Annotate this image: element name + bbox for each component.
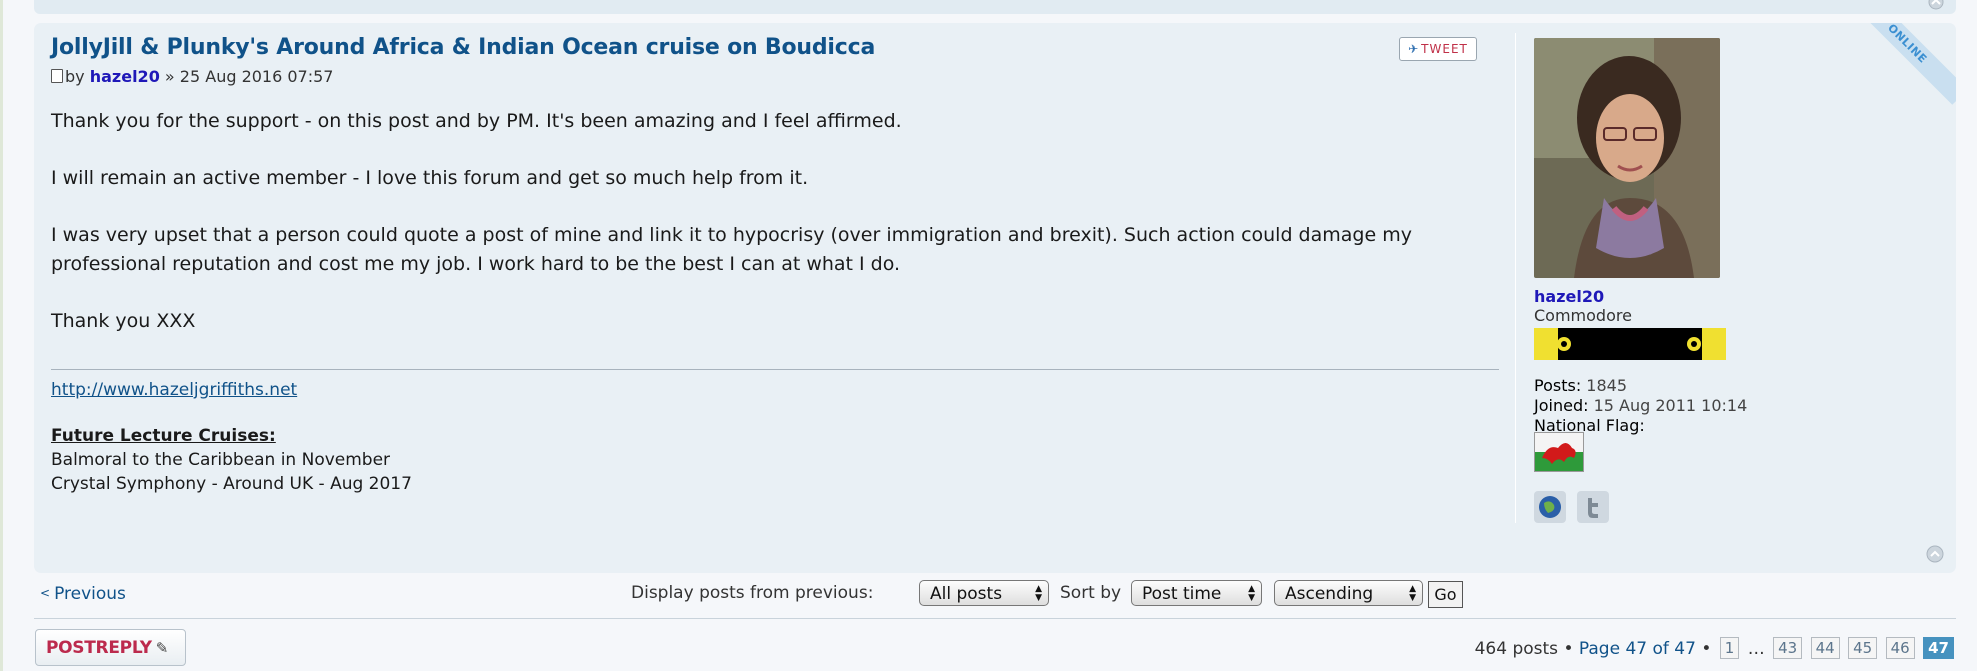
joined-value: 15 Aug 2011 10:14: [1593, 396, 1748, 415]
sort-select-value: Post time: [1142, 584, 1222, 604]
select-arrows-icon: ▲ ▼: [1035, 584, 1042, 603]
posts-count: 464 posts: [1474, 639, 1559, 659]
post-date: » 25 Aug 2016 07:57: [164, 67, 334, 86]
rank-badge: [1534, 328, 1726, 364]
profile-joined: Joined: 15 Aug 2011 10:14: [1534, 396, 1747, 416]
signature-line: Crystal Symphony - Around UK - Aug 2017: [51, 474, 412, 494]
bullet: •: [1701, 639, 1712, 659]
go-button[interactable]: Go: [1428, 581, 1463, 608]
profile-info: Posts: 1845 Joined: 15 Aug 2011 10:14 Na…: [1534, 376, 1747, 436]
profile-posts: Posts: 1845: [1534, 376, 1747, 396]
joined-label: Joined:: [1534, 396, 1589, 415]
back-to-top-icon[interactable]: [1928, 0, 1944, 14]
pagination: 464 posts • Page 47 of 47 • 1 … 43 44 45…: [1475, 637, 1954, 659]
page-link-46[interactable]: 46: [1885, 637, 1915, 659]
previous-link[interactable]: < Previous: [40, 584, 126, 604]
profile-username[interactable]: hazel20: [1534, 287, 1604, 306]
pencil-icon: ✎: [155, 639, 169, 657]
posts-value[interactable]: 1845: [1586, 376, 1627, 395]
topic-nav-row: < Previous Display posts from previous: A…: [34, 580, 1956, 616]
page-link-43[interactable]: 43: [1773, 637, 1803, 659]
paragraph: I was very upset that a person could quo…: [51, 224, 1412, 275]
website-icon[interactable]: [1534, 491, 1566, 523]
left-edge-strip: [0, 0, 3, 671]
page-info-text: Page 47 of 47: [1578, 639, 1696, 659]
sort-label: Sort by: [1060, 583, 1122, 603]
post-reply-button[interactable]: POSTREPLY ✎: [35, 629, 186, 666]
page-link-1[interactable]: 1: [1719, 637, 1740, 659]
page-link-44[interactable]: 44: [1810, 637, 1840, 659]
current-page: 47: [1923, 637, 1954, 659]
display-select[interactable]: All posts ▲ ▼: [919, 580, 1049, 606]
signature-website-link[interactable]: http://www.hazeljgriffiths.net: [51, 380, 297, 400]
signature: http://www.hazeljgriffiths.net Future Le…: [51, 369, 1499, 496]
by-label: by: [65, 67, 85, 86]
page-info[interactable]: Page 47 of 47: [1579, 639, 1696, 659]
avatar[interactable]: [1534, 38, 1720, 278]
signature-line: Balmoral to the Caribbean in November: [51, 450, 391, 470]
page-link-45[interactable]: 45: [1848, 637, 1878, 659]
sort-select[interactable]: Post time ▲ ▼: [1131, 580, 1262, 606]
display-label: Display posts from previous:: [631, 583, 874, 603]
display-select-value: All posts: [930, 584, 1003, 604]
post-profile: hazel20 Commodore Posts: 1845 Joined: 15…: [1515, 33, 1936, 523]
twitter-bird-icon: ✈: [1408, 42, 1420, 56]
welsh-flag-icon: [1534, 432, 1584, 476]
twitter-icon[interactable]: [1577, 491, 1610, 523]
order-select[interactable]: Ascending ▲ ▼: [1274, 580, 1423, 606]
tweet-button[interactable]: ✈ TWEET: [1399, 37, 1477, 61]
post-body: JollyJill & Plunky's Around Africa & Ind…: [51, 31, 1516, 496]
post-icon[interactable]: [51, 69, 63, 83]
order-select-value: Ascending: [1285, 584, 1374, 604]
post-content: Thank you for the support - on this post…: [51, 107, 1516, 336]
author-link[interactable]: hazel20: [90, 67, 160, 86]
back-to-top-icon[interactable]: [1926, 545, 1944, 567]
tweet-label: TWEET: [1421, 42, 1468, 56]
previous-post-bottom: [34, 0, 1956, 14]
paragraph: Thank you XXX: [51, 310, 196, 332]
chevron-left-icon: <: [40, 586, 51, 600]
select-arrows-icon: ▲ ▼: [1248, 584, 1255, 603]
posts-label: Posts:: [1534, 376, 1582, 395]
signature-heading: Future Lecture Cruises:: [51, 426, 276, 446]
page-ellipsis: …: [1747, 639, 1765, 659]
profile-rank: Commodore: [1534, 306, 1632, 325]
paragraph: Thank you for the support - on this post…: [51, 110, 902, 132]
post: JollyJill & Plunky's Around Africa & Ind…: [34, 23, 1956, 573]
post-reply-label: POSTREPLY: [46, 638, 152, 658]
bullet: •: [1563, 639, 1574, 659]
post-title[interactable]: JollyJill & Plunky's Around Africa & Ind…: [51, 31, 1516, 65]
divider: [34, 618, 1956, 619]
previous-label: Previous: [54, 584, 126, 604]
post-author-line: by hazel20 » 25 Aug 2016 07:57: [51, 65, 1516, 89]
paragraph: I will remain an active member - I love …: [51, 167, 809, 189]
select-arrows-icon: ▲ ▼: [1409, 584, 1416, 603]
contact-icons: [1534, 491, 1615, 523]
